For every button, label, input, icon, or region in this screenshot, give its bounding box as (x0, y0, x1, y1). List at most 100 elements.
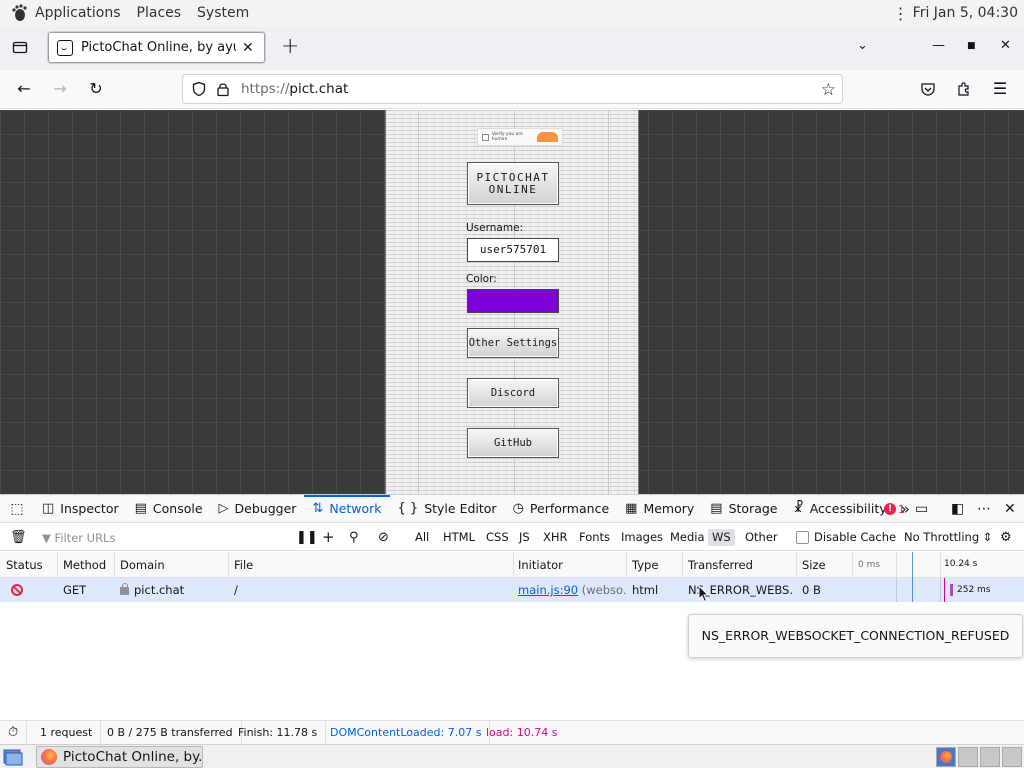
filter-other[interactable]: Other (741, 529, 782, 546)
disable-cache-label[interactable]: Disable Cache (810, 529, 900, 546)
firefox-view-icon[interactable] (12, 39, 28, 55)
close-tab-icon[interactable]: ✕ (242, 40, 254, 56)
tab-console[interactable]: ▤ Console (127, 495, 211, 523)
performance-icon: ◷ (512, 501, 524, 516)
filter-js[interactable]: JS (515, 529, 534, 546)
workspace-3[interactable] (980, 747, 1000, 767)
status-requests: 1 request (32, 721, 102, 745)
app-menu-icon[interactable]: ☰ (990, 79, 1010, 99)
column-type[interactable]: Type (626, 552, 683, 578)
clock[interactable]: Fri Jan 5, 04:30 (913, 5, 1018, 21)
column-status[interactable]: Status (0, 552, 58, 578)
network-settings-gear-icon[interactable]: ⚙ (1000, 530, 1012, 545)
devtools-menu-icon[interactable]: ⋯ (977, 495, 991, 523)
tab-style-editor[interactable]: { } Style Editor (390, 495, 505, 523)
column-file[interactable]: File (228, 552, 514, 578)
forward-icon[interactable]: → (50, 79, 70, 99)
filter-css[interactable]: CSS (482, 529, 513, 546)
firefox-icon (41, 749, 57, 765)
tab-network[interactable]: ⇅ Network (304, 494, 390, 523)
menu-places[interactable]: Places (137, 5, 182, 21)
other-settings-button[interactable]: Other Settings (467, 328, 559, 358)
column-domain[interactable]: Domain (114, 552, 229, 578)
column-size[interactable]: Size (796, 552, 853, 578)
close-devtools-icon[interactable]: ✕ (1004, 495, 1016, 523)
disable-cache-checkbox[interactable] (796, 531, 809, 544)
pick-element-icon[interactable]: ⬚ (0, 501, 34, 517)
back-icon[interactable]: ← (14, 79, 34, 99)
tab-memory[interactable]: ▦ Memory (617, 495, 702, 523)
initiator-link[interactable]: main.js:90 (518, 583, 578, 597)
shield-icon[interactable] (191, 81, 207, 97)
workspace-2[interactable] (958, 747, 978, 767)
tab-accessibility[interactable]: ☧ Accessibility (786, 495, 895, 523)
tab-label: Accessibility (809, 501, 887, 516)
debugger-icon: ▷ (218, 501, 229, 516)
captcha-widget[interactable]: Verify you are human (477, 128, 563, 146)
filter-ws[interactable]: WS (708, 529, 735, 546)
waterfall-timing-bar (950, 584, 953, 596)
panel-menu-icon[interactable]: ⋮ (893, 4, 909, 23)
tab-storage[interactable]: ▤ Storage (702, 495, 785, 523)
tab-label: Console (152, 501, 203, 516)
menu-applications[interactable]: Applications (35, 5, 121, 21)
error-count-badge[interactable]: ! 1 (884, 495, 905, 523)
workspace-1[interactable] (936, 747, 956, 767)
filter-images[interactable]: Images (617, 529, 667, 546)
filter-media[interactable]: Media (666, 529, 709, 546)
color-picker[interactable] (467, 289, 559, 313)
error-count: 1 (898, 502, 905, 516)
tab-strip: PictoChat Online, by ayunami2000 ✕ + ⌄ —… (0, 26, 1024, 70)
tab-debugger[interactable]: ▷ Debugger (211, 495, 305, 523)
dock-side-icon[interactable]: ◧ (951, 495, 964, 523)
block-requests-icon[interactable]: ⊘ (378, 530, 389, 545)
pocket-icon[interactable] (920, 81, 936, 97)
close-window-icon[interactable]: ✕ (1000, 38, 1011, 53)
discord-button[interactable]: Discord (467, 378, 559, 408)
reload-icon[interactable]: ↻ (86, 79, 106, 99)
bookmark-star-icon[interactable]: ☆ (821, 80, 836, 100)
column-transferred[interactable]: Transferred (682, 552, 797, 578)
filter-urls-input[interactable]: ▼ Filter URLs (42, 531, 115, 545)
show-desktop-icon[interactable] (3, 748, 23, 766)
url-text[interactable]: https://pict.chat (241, 81, 348, 97)
maximize-window-icon[interactable]: ■ (967, 41, 976, 51)
minimize-window-icon[interactable]: — (932, 38, 945, 53)
column-method[interactable]: Method (57, 552, 115, 578)
filter-fonts[interactable]: Fonts (575, 529, 614, 546)
column-waterfall[interactable]: 0 ms 10.24 s (852, 552, 1024, 578)
filter-xhr[interactable]: XHR (539, 529, 572, 546)
column-initiator[interactable]: Initiator (512, 552, 627, 578)
gnome-foot-icon[interactable] (10, 4, 28, 22)
throttling-select[interactable]: No Throttling ⇕ (900, 529, 996, 546)
taskbar-window-firefox[interactable]: PictoChat Online, by... (36, 746, 203, 768)
filter-all[interactable]: All (411, 529, 433, 546)
blocked-status-icon (11, 584, 23, 596)
status-finish: Finish: 11.78 s (230, 721, 327, 745)
lock-icon[interactable] (215, 81, 231, 97)
tab-inspector[interactable]: ◫ Inspector (34, 495, 127, 523)
taskbar-window-title: PictoChat Online, by... (63, 749, 203, 765)
pause-recording-icon[interactable]: ❚❚ (296, 530, 318, 545)
new-tab-button[interactable]: + (281, 34, 299, 59)
row-type: html (632, 583, 659, 597)
tab-performance[interactable]: ◷ Performance (505, 495, 618, 523)
menu-system[interactable]: System (197, 5, 249, 21)
row-file: / (234, 583, 238, 597)
logo-line-2: ONLINE (488, 183, 538, 196)
github-button[interactable]: GitHub (467, 428, 559, 458)
responsive-design-icon[interactable]: ▭ (915, 495, 928, 523)
captcha-checkbox[interactable] (482, 133, 489, 141)
add-request-icon[interactable]: + (322, 528, 335, 546)
clear-requests-icon[interactable]: 🗑 (10, 530, 27, 545)
search-icon[interactable]: ⚲ (349, 530, 359, 545)
username-input[interactable]: user575701 (467, 238, 559, 262)
browser-tab[interactable]: PictoChat Online, by ayunami2000 ✕ (47, 31, 266, 64)
filter-html[interactable]: HTML (439, 529, 479, 546)
extensions-icon[interactable] (956, 81, 972, 97)
workspace-4[interactable] (1002, 747, 1022, 767)
list-all-tabs-icon[interactable]: ⌄ (857, 38, 868, 53)
table-row[interactable]: GET pict.chat / main.js:90 (webso... htm… (0, 578, 1024, 603)
url-bar[interactable]: https://pict.chat ☆ (182, 74, 843, 104)
performance-analysis-icon[interactable]: ⏱ (0, 721, 28, 745)
